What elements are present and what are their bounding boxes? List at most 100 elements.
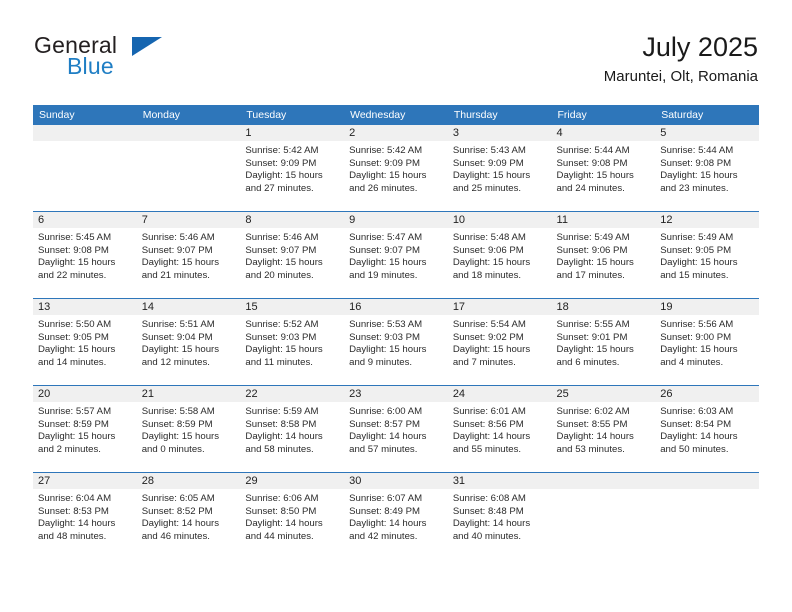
calendar-day-cell[interactable]: 7 Sunrise: 5:46 AM Sunset: 9:07 PM Daylight… [136, 211, 241, 299]
weekday-header-sunday: Sunday [33, 105, 137, 125]
day-number: 11 [551, 212, 656, 228]
daylight-text-line1: Daylight: 15 hours [452, 344, 531, 356]
calendar-day-cell[interactable]: 20 Sunrise: 5:57 AM Sunset: 8:59 PM Dayligh… [33, 385, 137, 473]
daylight-text-line1: Daylight: 14 hours [245, 431, 323, 443]
day-cell[interactable]: 25 Sunrise: 6:02 AM Sunset: 8:55 PM Dayligh… [551, 386, 656, 472]
calendar-day-cell[interactable] [136, 125, 241, 212]
day-sun-info: Sunrise: 6:07 AM Sunset: 8:49 PM Daylight:… [344, 489, 448, 543]
calendar-day-cell[interactable]: 25 Sunrise: 6:02 AM Sunset: 8:55 PM Dayligh… [551, 385, 656, 473]
day-cell[interactable]: 9 Sunrise: 5:47 AM Sunset: 9:07 PM Daylight… [344, 212, 448, 298]
general-blue-logo: General Blue [34, 32, 254, 88]
day-cell[interactable]: 4 Sunrise: 5:44 AM Sunset: 9:08 PM Daylight… [551, 125, 656, 211]
day-cell[interactable]: 26 Sunrise: 6:03 AM Sunset: 8:54 PM Dayligh… [655, 386, 759, 472]
calendar-day-cell[interactable]: 15 Sunrise: 5:52 AM Sunset: 9:03 PM Dayligh… [240, 298, 345, 386]
calendar-day-cell[interactable] [655, 472, 759, 559]
day-cell[interactable]: 20 Sunrise: 5:57 AM Sunset: 8:59 PM Dayligh… [33, 386, 137, 472]
day-cell[interactable]: 6 Sunrise: 5:45 AM Sunset: 9:08 PM Daylight… [33, 212, 137, 298]
calendar-day-cell[interactable]: 13 Sunrise: 5:50 AM Sunset: 9:05 PM Dayligh… [33, 298, 137, 386]
calendar-day-cell[interactable]: 2 Sunrise: 5:42 AM Sunset: 9:09 PM Daylight… [344, 125, 448, 212]
calendar-day-cell[interactable]: 31 Sunrise: 6:08 AM Sunset: 8:48 PM Dayligh… [447, 472, 552, 559]
day-cell[interactable]: 3 Sunrise: 5:43 AM Sunset: 9:09 PM Daylight… [447, 125, 552, 211]
day-cell[interactable]: 31 Sunrise: 6:08 AM Sunset: 8:48 PM Dayligh… [447, 473, 552, 559]
day-cell[interactable]: 7 Sunrise: 5:46 AM Sunset: 9:07 PM Daylight… [136, 212, 241, 298]
calendar-week-row: 20 Sunrise: 5:57 AM Sunset: 8:59 PM Dayligh… [33, 385, 759, 473]
calendar-day-cell[interactable]: 4 Sunrise: 5:44 AM Sunset: 9:08 PM Daylight… [551, 125, 656, 212]
day-cell[interactable]: 23 Sunrise: 6:00 AM Sunset: 8:57 PM Dayligh… [344, 386, 448, 472]
calendar-day-cell[interactable]: 27 Sunrise: 6:04 AM Sunset: 8:53 PM Dayligh… [33, 472, 137, 559]
day-cell[interactable]: 1 Sunrise: 5:42 AM Sunset: 9:09 PM Daylight… [240, 125, 345, 211]
calendar-day-cell[interactable]: 9 Sunrise: 5:47 AM Sunset: 9:07 PM Daylight… [344, 211, 448, 299]
daylight-text-line2: and 46 minutes. [141, 530, 210, 542]
calendar-day-cell[interactable]: 24 Sunrise: 6:01 AM Sunset: 8:56 PM Dayligh… [447, 385, 552, 473]
day-cell[interactable]: 11 Sunrise: 5:49 AM Sunset: 9:06 PM Dayligh… [551, 212, 656, 298]
calendar-day-cell[interactable]: 21 Sunrise: 5:58 AM Sunset: 8:59 PM Dayligh… [136, 385, 241, 473]
day-cell[interactable]: 16 Sunrise: 5:53 AM Sunset: 9:03 PM Dayligh… [344, 299, 448, 385]
calendar-day-cell[interactable]: 26 Sunrise: 6:03 AM Sunset: 8:54 PM Dayligh… [655, 385, 759, 473]
daylight-text-line2: and 18 minutes. [452, 269, 522, 281]
calendar-day-cell[interactable]: 12 Sunrise: 5:49 AM Sunset: 9:05 PM Dayligh… [655, 211, 759, 299]
calendar-day-cell[interactable]: 10 Sunrise: 5:48 AM Sunset: 9:06 PM Dayligh… [447, 211, 552, 299]
calendar-day-cell[interactable]: 11 Sunrise: 5:49 AM Sunset: 9:06 PM Dayligh… [551, 211, 656, 299]
calendar-day-cell[interactable]: 5 Sunrise: 5:44 AM Sunset: 9:08 PM Daylight… [655, 125, 759, 212]
sunrise-text: Sunrise: 5:42 AM [245, 145, 319, 156]
day-cell[interactable]: 27 Sunrise: 6:04 AM Sunset: 8:53 PM Dayligh… [33, 473, 137, 559]
day-sun-info: Sunrise: 5:52 AM Sunset: 9:03 PM Daylight:… [240, 315, 344, 369]
daylight-text-line2: and 26 minutes. [349, 182, 418, 194]
daylight-text-line2: and 15 minutes. [660, 269, 729, 281]
day-cell[interactable]: 12 Sunrise: 5:49 AM Sunset: 9:05 PM Dayligh… [655, 212, 759, 298]
day-sun-info: Sunrise: 6:06 AM Sunset: 8:50 PM Daylight:… [240, 489, 344, 543]
calendar-day-cell[interactable]: 28 Sunrise: 6:05 AM Sunset: 8:52 PM Dayligh… [136, 472, 241, 559]
calendar-day-cell[interactable]: 30 Sunrise: 6:07 AM Sunset: 8:49 PM Dayligh… [344, 472, 448, 559]
day-cell[interactable]: 28 Sunrise: 6:05 AM Sunset: 8:52 PM Dayligh… [136, 473, 241, 559]
calendar-day-cell[interactable]: 23 Sunrise: 6:00 AM Sunset: 8:57 PM Dayligh… [344, 385, 448, 473]
weekday-header-saturday: Saturday [655, 105, 759, 125]
day-cell[interactable]: 15 Sunrise: 5:52 AM Sunset: 9:03 PM Dayligh… [240, 299, 345, 385]
calendar-day-cell[interactable]: 14 Sunrise: 5:51 AM Sunset: 9:04 PM Dayligh… [136, 298, 241, 386]
daylight-text-line1: Daylight: 15 hours [452, 170, 531, 182]
day-cell[interactable]: 30 Sunrise: 6:07 AM Sunset: 8:49 PM Dayligh… [344, 473, 448, 559]
sunset-text: Sunset: 9:06 PM [556, 244, 628, 256]
day-cell[interactable]: 29 Sunrise: 6:06 AM Sunset: 8:50 PM Dayligh… [240, 473, 345, 559]
sunrise-text: Sunrise: 6:01 AM [452, 406, 526, 417]
calendar-day-cell[interactable]: 16 Sunrise: 5:53 AM Sunset: 9:03 PM Dayligh… [344, 298, 448, 386]
sunset-text: Sunset: 9:07 PM [245, 244, 317, 256]
day-number: 28 [136, 473, 241, 489]
sunrise-text: Sunrise: 6:05 AM [141, 493, 215, 504]
day-cell[interactable]: 14 Sunrise: 5:51 AM Sunset: 9:04 PM Dayligh… [136, 299, 241, 385]
day-sun-info: Sunrise: 5:48 AM Sunset: 9:06 PM Daylight:… [448, 228, 552, 282]
calendar-day-cell[interactable]: 6 Sunrise: 5:45 AM Sunset: 9:08 PM Daylight… [33, 211, 137, 299]
calendar-day-cell[interactable]: 8 Sunrise: 5:46 AM Sunset: 9:07 PM Daylight… [240, 211, 345, 299]
day-cell[interactable]: 24 Sunrise: 6:01 AM Sunset: 8:56 PM Dayligh… [447, 386, 552, 472]
calendar-day-cell[interactable] [551, 472, 656, 559]
day-cell[interactable]: 8 Sunrise: 5:46 AM Sunset: 9:07 PM Daylight… [240, 212, 345, 298]
calendar-day-cell[interactable]: 18 Sunrise: 5:55 AM Sunset: 9:01 PM Dayligh… [551, 298, 656, 386]
calendar-day-cell[interactable]: 1 Sunrise: 5:42 AM Sunset: 9:09 PM Daylight… [240, 125, 345, 212]
daylight-text-line1: Daylight: 14 hours [38, 518, 116, 530]
day-cell[interactable]: 13 Sunrise: 5:50 AM Sunset: 9:05 PM Dayligh… [33, 299, 137, 385]
day-cell[interactable]: 5 Sunrise: 5:44 AM Sunset: 9:08 PM Daylight… [655, 125, 759, 211]
sunset-text: Sunset: 9:09 PM [245, 157, 317, 169]
sunset-text: Sunset: 9:02 PM [452, 331, 524, 343]
sunset-text: Sunset: 9:00 PM [660, 331, 732, 343]
daylight-text-line1: Daylight: 15 hours [38, 431, 116, 443]
day-cell[interactable]: 19 Sunrise: 5:56 AM Sunset: 9:00 PM Dayligh… [655, 299, 759, 385]
calendar-day-cell[interactable]: 3 Sunrise: 5:43 AM Sunset: 9:09 PM Daylight… [447, 125, 552, 212]
sunrise-text: Sunrise: 5:59 AM [245, 406, 319, 417]
sunrise-text: Sunrise: 5:56 AM [660, 319, 734, 330]
day-cell[interactable]: 2 Sunrise: 5:42 AM Sunset: 9:09 PM Daylight… [344, 125, 448, 211]
calendar-day-cell[interactable]: 19 Sunrise: 5:56 AM Sunset: 9:00 PM Dayligh… [655, 298, 759, 386]
day-cell[interactable]: 10 Sunrise: 5:48 AM Sunset: 9:06 PM Dayligh… [447, 212, 552, 298]
calendar-day-cell[interactable]: 17 Sunrise: 5:54 AM Sunset: 9:02 PM Dayligh… [447, 298, 552, 386]
sunrise-text: Sunrise: 5:48 AM [452, 232, 526, 243]
day-cell[interactable]: 22 Sunrise: 5:59 AM Sunset: 8:58 PM Dayligh… [240, 386, 345, 472]
calendar-day-cell[interactable] [33, 125, 137, 212]
sunset-text: Sunset: 8:56 PM [452, 418, 524, 430]
calendar-body: 1 Sunrise: 5:42 AM Sunset: 9:09 PM Daylight… [33, 125, 759, 559]
day-cell[interactable]: 21 Sunrise: 5:58 AM Sunset: 8:59 PM Dayligh… [136, 386, 241, 472]
day-number [655, 473, 759, 489]
day-cell[interactable]: 17 Sunrise: 5:54 AM Sunset: 9:02 PM Dayligh… [447, 299, 552, 385]
daylight-text-line1: Daylight: 15 hours [660, 170, 738, 182]
calendar-day-cell[interactable]: 22 Sunrise: 5:59 AM Sunset: 8:58 PM Dayligh… [240, 385, 345, 473]
calendar-day-cell[interactable]: 29 Sunrise: 6:06 AM Sunset: 8:50 PM Dayligh… [240, 472, 345, 559]
day-cell[interactable]: 18 Sunrise: 5:55 AM Sunset: 9:01 PM Dayligh… [551, 299, 656, 385]
